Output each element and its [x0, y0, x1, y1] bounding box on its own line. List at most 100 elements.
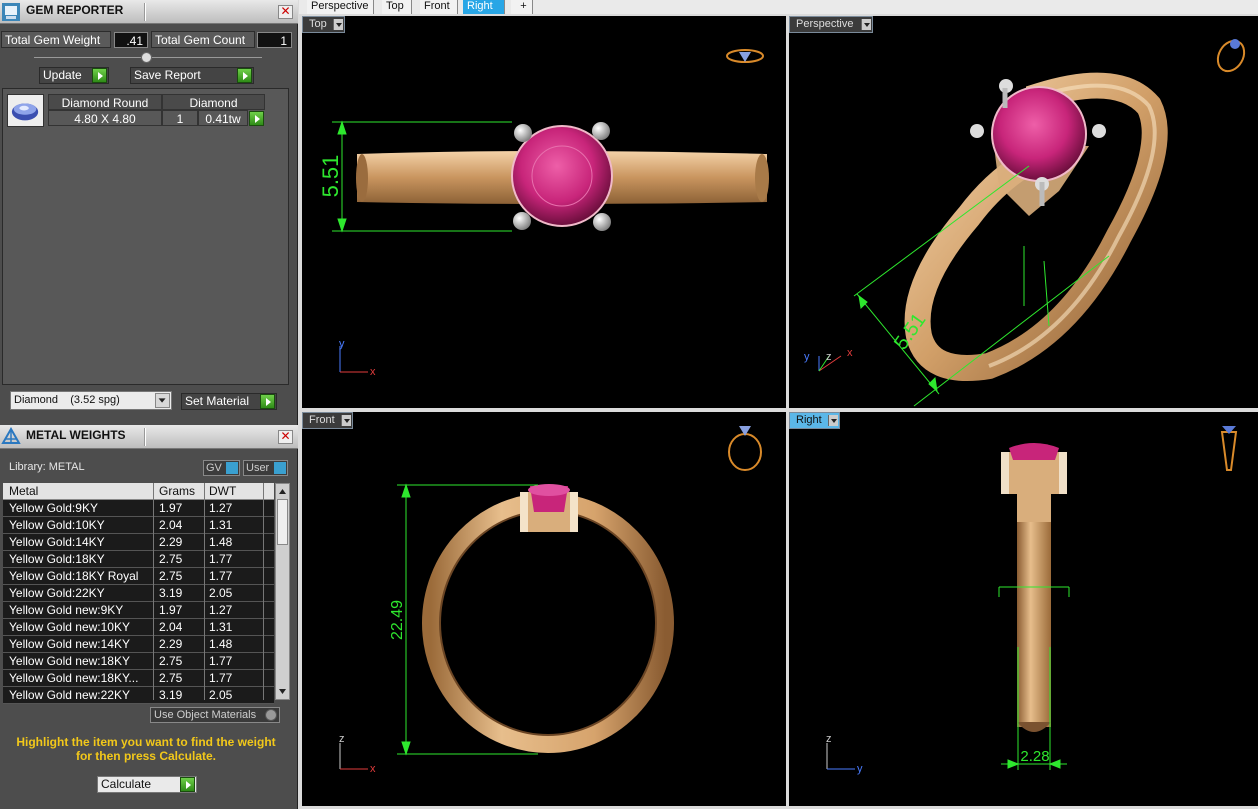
grams-cell: 1.97: [159, 603, 183, 617]
gem-select-button[interactable]: [249, 111, 264, 126]
viewport-front-name: Front: [309, 414, 335, 426]
metal-name-cell: Yellow Gold new:14KY: [9, 637, 130, 651]
table-row[interactable]: Yellow Gold:14KY 2.29 1.48: [3, 534, 274, 551]
viewport-right[interactable]: 2.28 z y Right: [789, 412, 1258, 806]
dwt-cell: 1.31: [209, 620, 233, 634]
dimension-label: 2.28: [1020, 748, 1049, 765]
use-object-materials-checkbox[interactable]: Use Object Materials: [150, 707, 280, 723]
metal-name-cell: Yellow Gold:18KY Royal: [9, 569, 139, 583]
gem-reporter-title: GEM REPORTER: [26, 3, 124, 17]
table-row[interactable]: Yellow Gold:18KY 2.75 1.77: [3, 551, 274, 568]
chevron-down-icon[interactable]: [828, 415, 838, 426]
ring-band: [422, 493, 674, 753]
table-row[interactable]: Yellow Gold new:10KY 2.04 1.31: [3, 619, 274, 636]
axis-x-label: x: [370, 763, 376, 775]
user-toggle[interactable]: User: [243, 460, 288, 476]
user-info-icon: [274, 462, 286, 474]
gem-name[interactable]: Diamond Round: [48, 94, 162, 110]
title-separator: [144, 428, 146, 446]
chevron-down-icon[interactable]: [861, 19, 871, 30]
diamond-round-icon: [11, 103, 39, 121]
axis-y-label: y: [857, 763, 863, 775]
metal-name-cell: Yellow Gold new:22KY: [9, 688, 130, 702]
update-go-icon: [92, 68, 107, 83]
viewport-right-name: Right: [796, 414, 822, 426]
metal-weights-title: METAL WEIGHTS: [26, 428, 126, 442]
table-row[interactable]: Yellow Gold:10KY 2.04 1.31: [3, 517, 274, 534]
gem-list: Diamond Round Diamond 4.80 X 4.80 1 0.41…: [2, 88, 289, 385]
metal-table-scrollbar[interactable]: [275, 483, 290, 700]
total-gem-weight-value: .41: [114, 32, 148, 48]
set-material-button[interactable]: Set Material: [181, 393, 277, 410]
total-gem-count-value: 1: [257, 32, 292, 48]
metal-name-cell: Yellow Gold:10KY: [9, 518, 105, 532]
update-label: Update: [43, 68, 82, 82]
hint-line-1: Highlight the item you want to find the …: [16, 735, 276, 749]
scroll-thumb[interactable]: [277, 499, 288, 545]
update-button[interactable]: Update: [39, 67, 109, 84]
gem-type[interactable]: Diamond: [162, 94, 265, 110]
metal-name-cell: Yellow Gold new:9KY: [9, 603, 124, 617]
viewport-perspective[interactable]: 5.51 yzx Perspective: [789, 16, 1258, 408]
tab-top[interactable]: Top: [382, 0, 412, 14]
metal-name-cell: Yellow Gold new:18KY: [9, 654, 130, 668]
metal-name-cell: Yellow Gold new:10KY: [9, 620, 130, 634]
gem-reporter-close-button[interactable]: ✕: [278, 5, 293, 19]
grams-cell: 3.19: [159, 586, 183, 600]
dwt-cell: 1.31: [209, 518, 233, 532]
table-row[interactable]: Yellow Gold new:14KY 2.29 1.48: [3, 636, 274, 653]
library-label: Library: METAL: [9, 461, 85, 473]
viewport-right-label[interactable]: Right: [789, 412, 840, 429]
table-row[interactable]: Yellow Gold:22KY 3.19 2.05: [3, 585, 274, 602]
dwt-cell: 1.27: [209, 501, 233, 515]
tab-right[interactable]: Right: [463, 0, 505, 14]
table-row[interactable]: Yellow Gold:18KY Royal 2.75 1.77: [3, 568, 274, 585]
table-row[interactable]: Yellow Gold new:22KY 3.19 2.05: [3, 687, 274, 704]
viewport-front-label[interactable]: Front: [302, 412, 353, 429]
column-header-grams[interactable]: Grams: [159, 484, 195, 498]
add-tab-button[interactable]: +: [511, 0, 533, 14]
grams-cell: 2.75: [159, 654, 183, 668]
dwt-cell: 1.48: [209, 535, 233, 549]
viewport-perspective-name: Perspective: [796, 18, 854, 30]
splitter-handle[interactable]: [141, 52, 152, 63]
grams-cell: 2.04: [159, 620, 183, 634]
metal-name-cell: Yellow Gold:14KY: [9, 535, 105, 549]
viewport-perspective-label[interactable]: Perspective: [789, 16, 873, 33]
metal-weights-close-button[interactable]: ✕: [278, 430, 293, 444]
viewport-top[interactable]: 5.51 yx Top: [302, 16, 786, 408]
table-row[interactable]: Yellow Gold new:18KY 2.75 1.77: [3, 653, 274, 670]
gv-label: GV: [206, 462, 222, 474]
scroll-down-icon[interactable]: [276, 685, 289, 698]
calculate-button[interactable]: Calculate: [97, 776, 197, 793]
total-gem-weight-label: Total Gem Weight: [1, 31, 111, 48]
column-header-metal[interactable]: Metal: [9, 484, 38, 498]
save-report-button[interactable]: Save Report: [130, 67, 254, 84]
gem-reporter-icon: [2, 3, 20, 21]
dwt-cell: 1.77: [209, 552, 233, 566]
metal-name-cell: Yellow Gold:22KY: [9, 586, 105, 600]
tab-front[interactable]: Front: [420, 0, 458, 14]
chevron-down-icon[interactable]: [333, 19, 343, 30]
axis-z-label: z: [339, 733, 345, 745]
top-view-render: 5.51 yx: [318, 49, 769, 378]
viewport-front[interactable]: 22.49 zx Front: [302, 412, 786, 806]
axis-z-label: z: [826, 733, 832, 745]
chevron-down-icon[interactable]: [341, 415, 351, 426]
metal-name-cell: Yellow Gold new:18KY...: [9, 671, 139, 685]
viewport-top-label[interactable]: Top: [302, 16, 345, 33]
chevron-down-icon[interactable]: [155, 393, 170, 408]
save-report-label: Save Report: [134, 68, 201, 82]
column-header-dwt[interactable]: DWT: [209, 484, 236, 498]
gv-toggle[interactable]: GV: [203, 460, 240, 476]
tab-perspective[interactable]: Perspective: [307, 0, 374, 14]
material-select[interactable]: Diamond (3.52 spg): [10, 391, 172, 410]
table-row[interactable]: Yellow Gold:9KY 1.97 1.27: [3, 500, 274, 517]
scroll-up-icon[interactable]: [276, 485, 289, 498]
ring-band: [1017, 487, 1051, 727]
table-row[interactable]: Yellow Gold new:9KY 1.97 1.27: [3, 602, 274, 619]
hint-line-2: for then press Calculate.: [75, 749, 217, 763]
table-row[interactable]: Yellow Gold new:18KY... 2.75 1.77: [3, 670, 274, 687]
calculate-hint: Highlight the item you want to find the …: [0, 735, 292, 763]
gem-thumbnail[interactable]: [7, 94, 44, 127]
